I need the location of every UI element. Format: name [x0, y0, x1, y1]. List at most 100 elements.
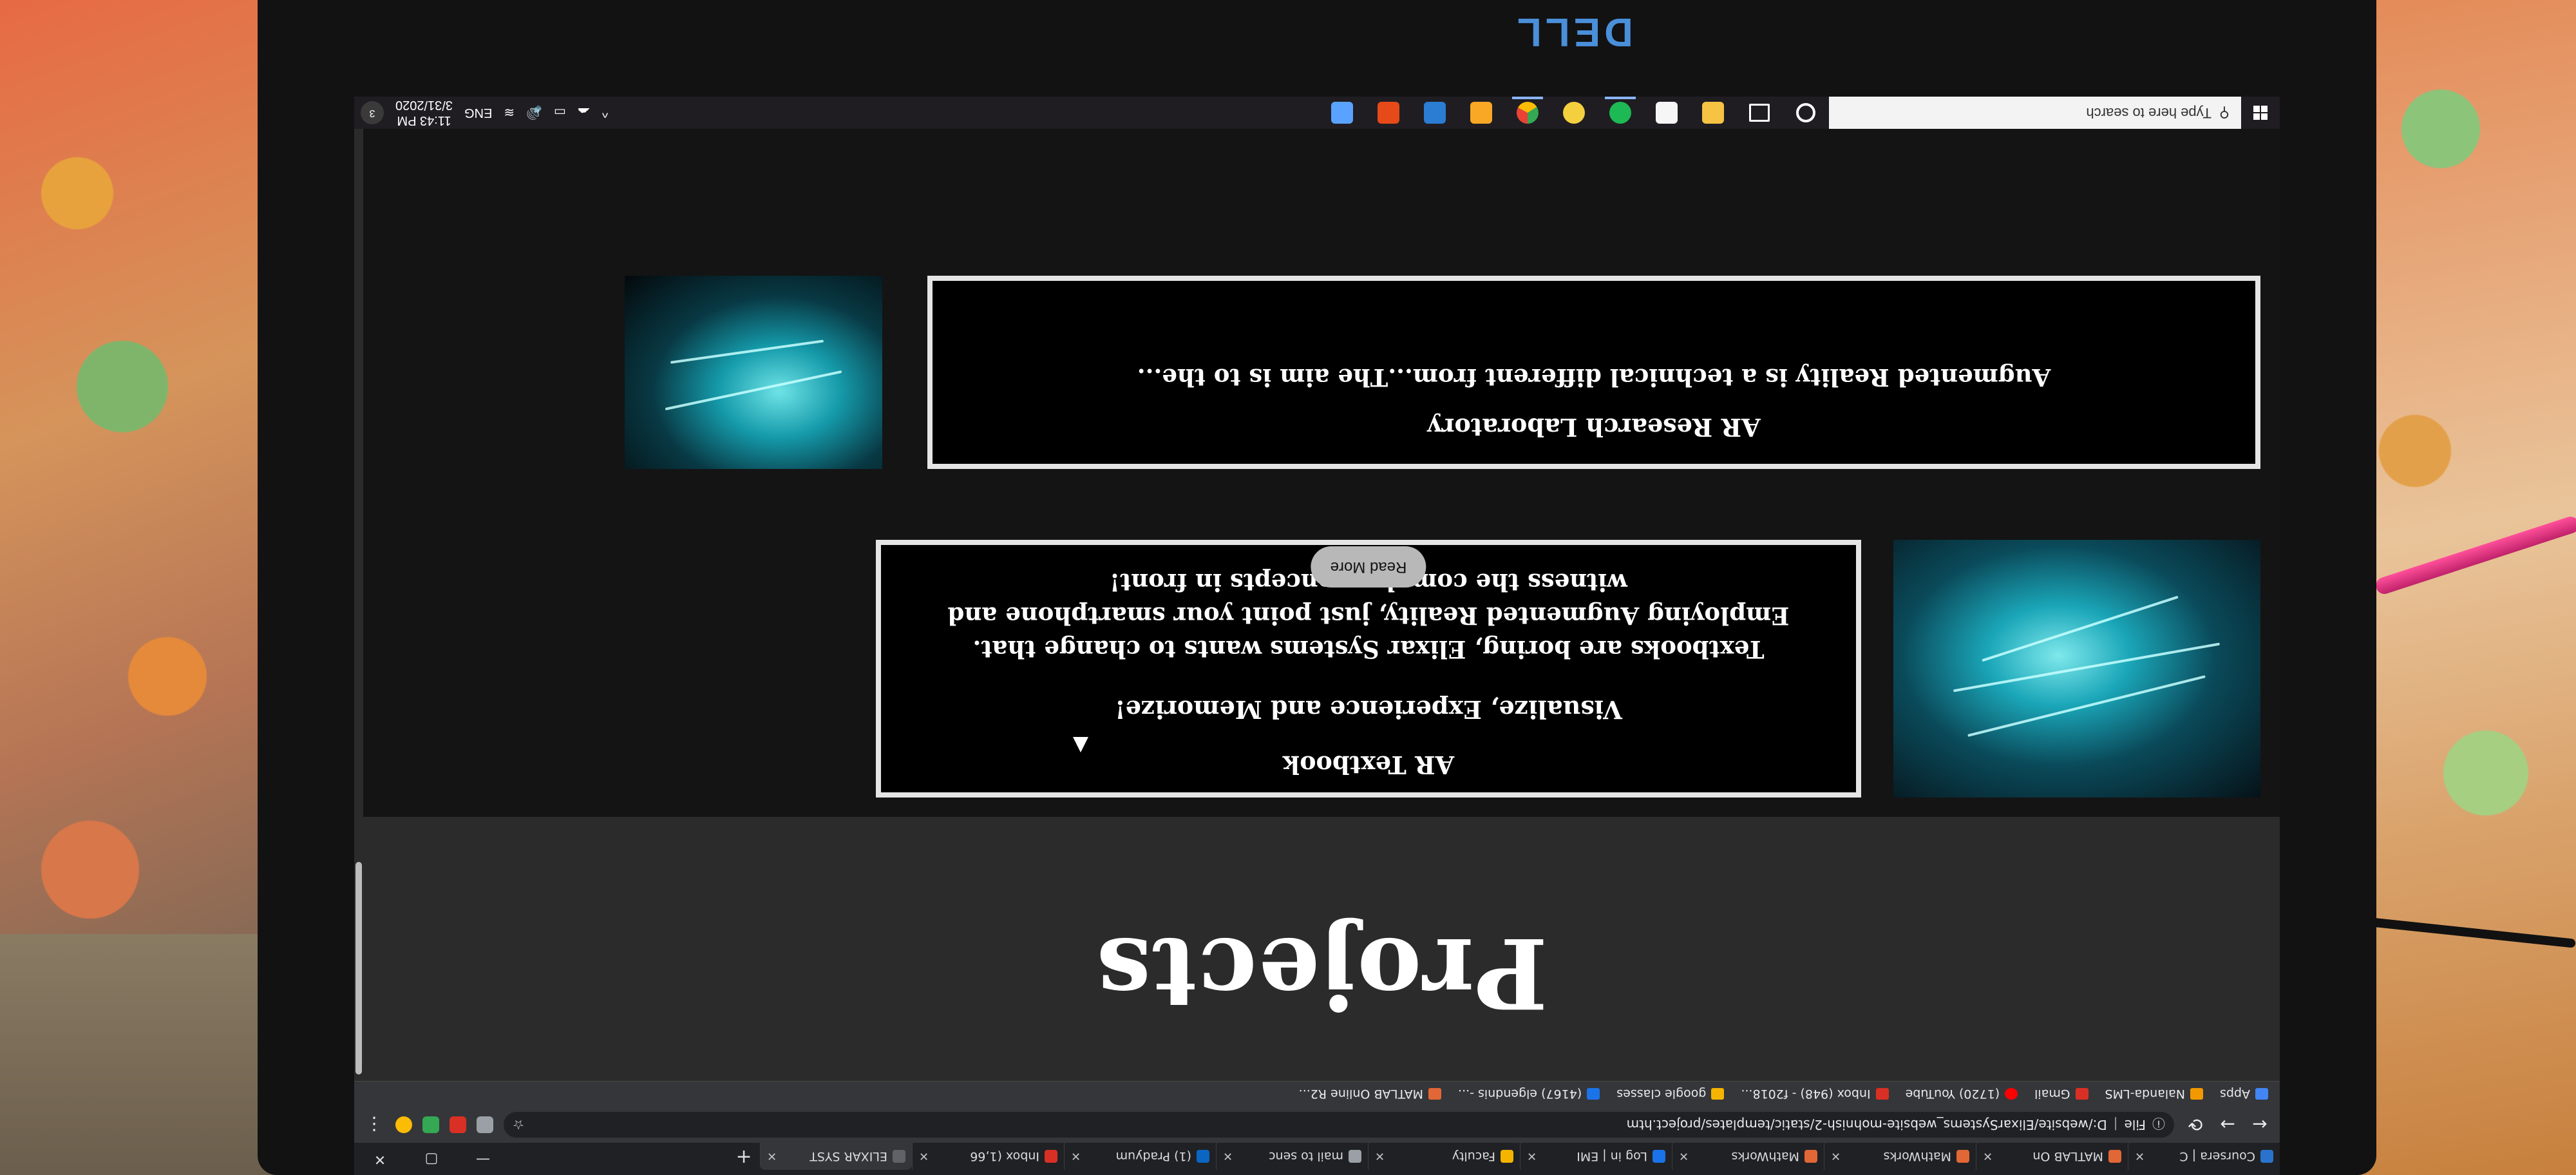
- tab-elixar-systems[interactable]: ELIXAR SYST ✕: [760, 1143, 912, 1170]
- close-icon[interactable]: ✕: [767, 1150, 777, 1163]
- notification-center-button[interactable]: 3: [361, 101, 384, 124]
- tab-matlab-online[interactable]: MATLAB On ✕: [1976, 1143, 2128, 1170]
- chrome-icon[interactable]: [1504, 97, 1551, 129]
- scrollbar-thumb[interactable]: [355, 862, 362, 1075]
- spotify-logo-icon: [1609, 102, 1631, 124]
- tab-emi-login[interactable]: Log in | EMI ✕: [1520, 1143, 1672, 1170]
- extension-icon[interactable]: [450, 1116, 466, 1133]
- tab-title: Inbox (1,66: [970, 1149, 1039, 1163]
- url-input[interactable]: ⓘ File | D:/website/ElixarSystems_websit…: [504, 1112, 2174, 1138]
- close-icon[interactable]: ✕: [1527, 1150, 1537, 1163]
- close-icon[interactable]: ✕: [1071, 1150, 1081, 1163]
- floor-left: [0, 934, 277, 1175]
- nalanda-icon: [2190, 1088, 2203, 1100]
- tab-mathworks-2[interactable]: MathWorks ✕: [1672, 1143, 1824, 1170]
- search-icon: ⚲: [2219, 105, 2230, 121]
- tab-favicon: [1045, 1150, 1057, 1163]
- star-icon[interactable]: ☆: [513, 1117, 524, 1132]
- clock-time: 11:43 PM: [397, 113, 451, 128]
- bookmark-inbox[interactable]: Inbox (948) - f2018...: [1741, 1087, 1889, 1102]
- bookmark-label: Inbox (948) - f2018...: [1741, 1087, 1871, 1102]
- battery-icon[interactable]: ▭: [554, 105, 566, 121]
- forward-arrow-icon[interactable]: →: [2217, 1114, 2239, 1136]
- close-icon[interactable]: ✕: [1983, 1150, 1993, 1163]
- mouse-cursor: [1073, 737, 1088, 752]
- word-logo-icon: [1424, 102, 1446, 124]
- bookmark-elgendnis[interactable]: (4167) elgendnis -...: [1458, 1087, 1600, 1102]
- bookmark-nalanda[interactable]: Nalanda-LMS: [2105, 1087, 2203, 1102]
- notes-icon[interactable]: [1319, 97, 1365, 129]
- chrome-logo-icon: [1517, 102, 1539, 124]
- tab-favicon: [1653, 1150, 1665, 1163]
- pdf-reader-icon[interactable]: [1551, 97, 1597, 129]
- back-arrow-icon[interactable]: ←: [2249, 1114, 2271, 1136]
- office-icon[interactable]: [1365, 97, 1412, 129]
- info-icon[interactable]: ⓘ: [2152, 1116, 2165, 1134]
- tab-faculty[interactable]: Faculty ✕: [1368, 1143, 1520, 1170]
- tab-linkedin[interactable]: (1) Pradyum ✕: [1064, 1143, 1216, 1170]
- close-icon[interactable]: ✕: [1223, 1150, 1233, 1163]
- tab-title: MathWorks: [1883, 1149, 1951, 1163]
- close-icon[interactable]: ✕: [919, 1150, 929, 1163]
- file-explorer-icon[interactable]: [1690, 97, 1736, 129]
- maximize-button[interactable]: ▢: [406, 1143, 457, 1175]
- clock[interactable]: 11:43 PM 3/31/2020: [395, 97, 453, 128]
- bookmark-apps[interactable]: Apps: [2220, 1087, 2268, 1102]
- chevron-up-icon[interactable]: ^: [602, 106, 608, 120]
- tab-title: Coursera | C: [2179, 1149, 2255, 1163]
- classroom-icon: [1711, 1088, 1725, 1100]
- close-window-button[interactable]: ✕: [354, 1143, 406, 1175]
- bookmark-google-classes[interactable]: google classes: [1616, 1087, 1725, 1102]
- start-button[interactable]: [2241, 97, 2280, 129]
- minimize-button[interactable]: —: [457, 1143, 509, 1175]
- taskbar: ⚲ Type here to search ^ ☁ ▭ 🔊 ≋ ENG 11:4…: [354, 97, 2280, 129]
- word-icon[interactable]: [1412, 97, 1458, 129]
- sublime-icon[interactable]: [1458, 97, 1504, 129]
- close-icon[interactable]: ✕: [1375, 1150, 1385, 1163]
- tab-title: (1) Pradyum: [1115, 1149, 1191, 1163]
- new-tab-button[interactable]: +: [728, 1143, 760, 1170]
- tab-favicon: [1956, 1150, 1969, 1163]
- project-description: Augmented Reality is a technical differe…: [1137, 363, 2051, 392]
- close-icon[interactable]: ✕: [2135, 1150, 2145, 1163]
- tab-mathworks-1[interactable]: MathWorks ✕: [1824, 1143, 1976, 1170]
- extension-icon[interactable]: [422, 1116, 439, 1133]
- system-tray: ^ ☁ ▭ 🔊 ≋ ENG 11:43 PM 3/31/2020 3: [354, 97, 608, 128]
- store-icon[interactable]: [1643, 97, 1690, 129]
- gmail-icon: [2075, 1088, 2088, 1100]
- close-icon[interactable]: ✕: [1831, 1150, 1841, 1163]
- task-view-icon[interactable]: [1736, 97, 1783, 129]
- gmail-icon: [1875, 1088, 1889, 1100]
- reload-icon[interactable]: ⟳: [2184, 1114, 2206, 1136]
- bookmark-site-icon: [1587, 1088, 1600, 1100]
- cortana-icon[interactable]: [1783, 97, 1829, 129]
- spotify-icon[interactable]: [1597, 97, 1643, 129]
- bookmark-youtube[interactable]: (1720) YouTube: [1906, 1087, 2018, 1102]
- wifi-icon[interactable]: ≋: [504, 105, 515, 121]
- menu-kebab-icon[interactable]: ⋮: [363, 1114, 385, 1136]
- sublime-logo-icon: [1470, 102, 1492, 124]
- bookmarks-bar: Apps Nalanda-LMS Gmail (1720) YouTube In…: [354, 1081, 2280, 1107]
- extension-icon[interactable]: [477, 1116, 493, 1133]
- bookmark-label: Nalanda-LMS: [2105, 1087, 2185, 1102]
- window-controls: — ▢ ✕: [354, 1143, 509, 1175]
- close-icon[interactable]: ✕: [1679, 1150, 1689, 1163]
- bookmark-label: (1720) YouTube: [1905, 1087, 2000, 1102]
- tab-mail[interactable]: mail to senc ✕: [1216, 1143, 1368, 1170]
- bookmark-label: (4167) elgendnis -...: [1457, 1087, 1582, 1102]
- taskbar-search[interactable]: ⚲ Type here to search: [1829, 97, 2241, 129]
- language-indicator[interactable]: ENG: [464, 106, 492, 120]
- bookmark-gmail[interactable]: Gmail: [2034, 1087, 2088, 1102]
- avatar[interactable]: [395, 1116, 412, 1133]
- page-header: Projects: [363, 817, 2280, 1081]
- tab-coursera[interactable]: Coursera | C ✕: [2128, 1143, 2280, 1170]
- read-more-button[interactable]: Read More: [1311, 546, 1426, 588]
- cloud-icon[interactable]: ☁: [578, 105, 591, 121]
- tab-title: Faculty: [1452, 1149, 1495, 1163]
- tab-title: Log in | EMI: [1577, 1149, 1647, 1163]
- volume-icon[interactable]: 🔊: [526, 105, 542, 121]
- tab-title: MathWorks: [1731, 1149, 1799, 1163]
- bookmark-matlab[interactable]: MATLAB Online R2...: [1299, 1087, 1441, 1102]
- bookmark-label: google classes: [1616, 1087, 1707, 1102]
- tab-gmail-inbox[interactable]: Inbox (1,66 ✕: [912, 1143, 1064, 1170]
